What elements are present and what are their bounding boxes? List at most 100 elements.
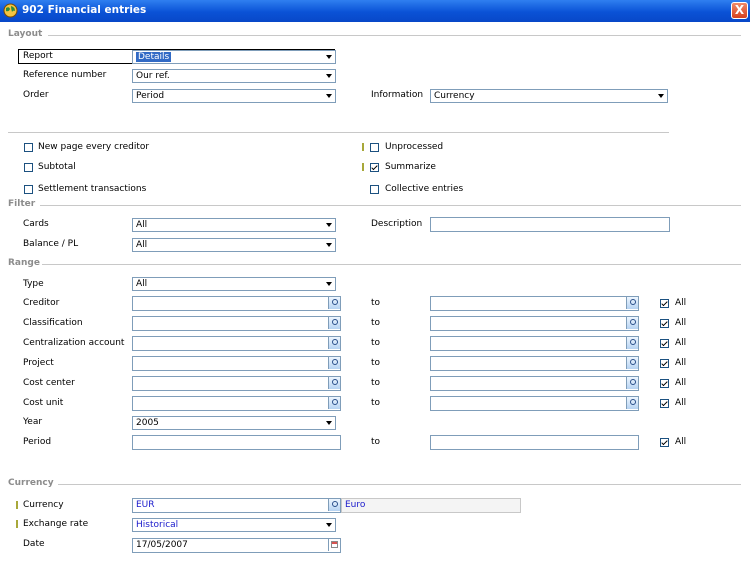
information-select[interactable]: Currency xyxy=(430,89,668,103)
range-section-label: Range xyxy=(8,258,40,268)
magnifier-icon[interactable] xyxy=(328,397,340,409)
all-label: All xyxy=(675,338,687,348)
currency-section-label: Currency xyxy=(8,478,54,488)
creditor-all-checkbox[interactable] xyxy=(660,299,669,308)
magnifier-icon[interactable] xyxy=(626,357,638,369)
magnifier-icon[interactable] xyxy=(626,337,638,349)
project-all-checkbox[interactable] xyxy=(660,359,669,368)
chevron-down-icon[interactable] xyxy=(323,219,335,231)
year-label: Year xyxy=(23,417,43,427)
centralization-account-from-input[interactable] xyxy=(132,336,341,351)
order-label: Order xyxy=(23,90,49,100)
magnifier-icon[interactable] xyxy=(328,317,340,329)
information-label: Information xyxy=(371,90,424,100)
report-select[interactable]: Details xyxy=(132,50,336,64)
all-label: All xyxy=(675,398,687,408)
cards-select[interactable]: All xyxy=(132,218,336,232)
classification-from-input[interactable] xyxy=(132,316,341,331)
required-marker xyxy=(16,520,18,528)
magnifier-icon[interactable] xyxy=(626,397,638,409)
cost-center-from-input[interactable] xyxy=(132,376,341,391)
filter-divider xyxy=(40,205,741,206)
range-divider xyxy=(42,264,741,265)
magnifier-icon[interactable] xyxy=(328,499,340,511)
magnifier-icon[interactable] xyxy=(328,297,340,309)
to-label: to xyxy=(371,298,381,308)
chevron-down-icon[interactable] xyxy=(323,417,335,429)
classification-label: Classification xyxy=(23,318,83,328)
magnifier-icon[interactable] xyxy=(328,377,340,389)
settlement-transactions-label: Settlement transactions xyxy=(38,184,147,194)
chevron-down-icon[interactable] xyxy=(323,519,335,531)
cost-unit-to-input[interactable] xyxy=(430,396,639,411)
cost-unit-label: Cost unit xyxy=(23,398,64,408)
project-to-input[interactable] xyxy=(430,356,639,371)
currency-label: Currency xyxy=(23,500,64,510)
magnifier-icon[interactable] xyxy=(626,377,638,389)
to-label: to xyxy=(371,378,381,388)
chevron-down-icon[interactable] xyxy=(323,239,335,251)
chevron-down-icon[interactable] xyxy=(323,70,335,82)
creditor-from-input[interactable] xyxy=(132,296,341,311)
settlement-transactions-checkbox[interactable] xyxy=(24,185,33,194)
year-select[interactable]: 2005 xyxy=(132,416,336,430)
new-page-every-creditor-label: New page every creditor xyxy=(38,142,150,152)
centralization-account-all-checkbox[interactable] xyxy=(660,339,669,348)
cards-label: Cards xyxy=(23,219,49,229)
magnifier-icon[interactable] xyxy=(328,357,340,369)
currency-divider xyxy=(58,484,741,485)
magnifier-icon[interactable] xyxy=(626,317,638,329)
period-to-input[interactable] xyxy=(430,435,639,450)
collective-entries-checkbox[interactable] xyxy=(370,185,379,194)
type-label: Type xyxy=(23,279,44,289)
unprocessed-checkbox[interactable] xyxy=(370,143,379,152)
title-bar: 902 Financial entries X xyxy=(0,0,750,22)
all-label: All xyxy=(675,298,687,308)
period-from-input[interactable] xyxy=(132,435,341,450)
subtotal-checkbox[interactable] xyxy=(24,163,33,172)
chevron-down-icon[interactable] xyxy=(323,278,335,290)
filter-section-label: Filter xyxy=(8,199,36,209)
all-label: All xyxy=(675,318,687,328)
to-label: to xyxy=(371,318,381,328)
date-label: Date xyxy=(23,539,45,549)
chevron-down-icon[interactable] xyxy=(655,90,667,102)
summarize-checkbox[interactable] xyxy=(370,163,379,172)
financial-entries-window: 902 Financial entries X Layout Report De… xyxy=(0,0,750,561)
description-input[interactable] xyxy=(430,217,670,232)
period-all-checkbox[interactable] xyxy=(660,438,669,447)
balance-pl-select[interactable]: All xyxy=(132,238,336,252)
magnifier-icon[interactable] xyxy=(626,297,638,309)
order-select[interactable]: Period xyxy=(132,89,336,103)
new-page-every-creditor-checkbox[interactable] xyxy=(24,143,33,152)
reference-number-select[interactable]: Our ref. xyxy=(132,69,336,83)
summarize-label: Summarize xyxy=(385,162,436,172)
centralization-account-label: Centralization account xyxy=(23,338,125,348)
date-input[interactable]: 17/05/2007 xyxy=(132,538,341,553)
creditor-to-input[interactable] xyxy=(430,296,639,311)
cost-unit-from-input[interactable] xyxy=(132,396,341,411)
close-button[interactable]: X xyxy=(731,2,748,19)
classification-to-input[interactable] xyxy=(430,316,639,331)
currency-input[interactable]: EUR xyxy=(132,498,341,513)
calendar-icon[interactable] xyxy=(328,539,340,551)
magnifier-icon[interactable] xyxy=(328,337,340,349)
centralization-account-to-input[interactable] xyxy=(430,336,639,351)
all-label: All xyxy=(675,378,687,388)
collective-entries-label: Collective entries xyxy=(385,184,464,194)
chevron-down-icon[interactable] xyxy=(323,51,335,63)
required-marker xyxy=(16,501,18,509)
classification-all-checkbox[interactable] xyxy=(660,319,669,328)
chevron-down-icon[interactable] xyxy=(323,90,335,102)
to-label: to xyxy=(371,437,381,447)
type-select[interactable]: All xyxy=(132,277,336,291)
cost-center-to-input[interactable] xyxy=(430,376,639,391)
exchange-rate-select[interactable]: Historical xyxy=(132,518,336,532)
exchange-rate-label: Exchange rate xyxy=(23,519,89,529)
to-label: to xyxy=(371,358,381,368)
project-from-input[interactable] xyxy=(132,356,341,371)
cost-unit-all-checkbox[interactable] xyxy=(660,399,669,408)
subtotal-label: Subtotal xyxy=(38,162,76,172)
cost-center-all-checkbox[interactable] xyxy=(660,379,669,388)
globe-icon xyxy=(3,3,18,18)
